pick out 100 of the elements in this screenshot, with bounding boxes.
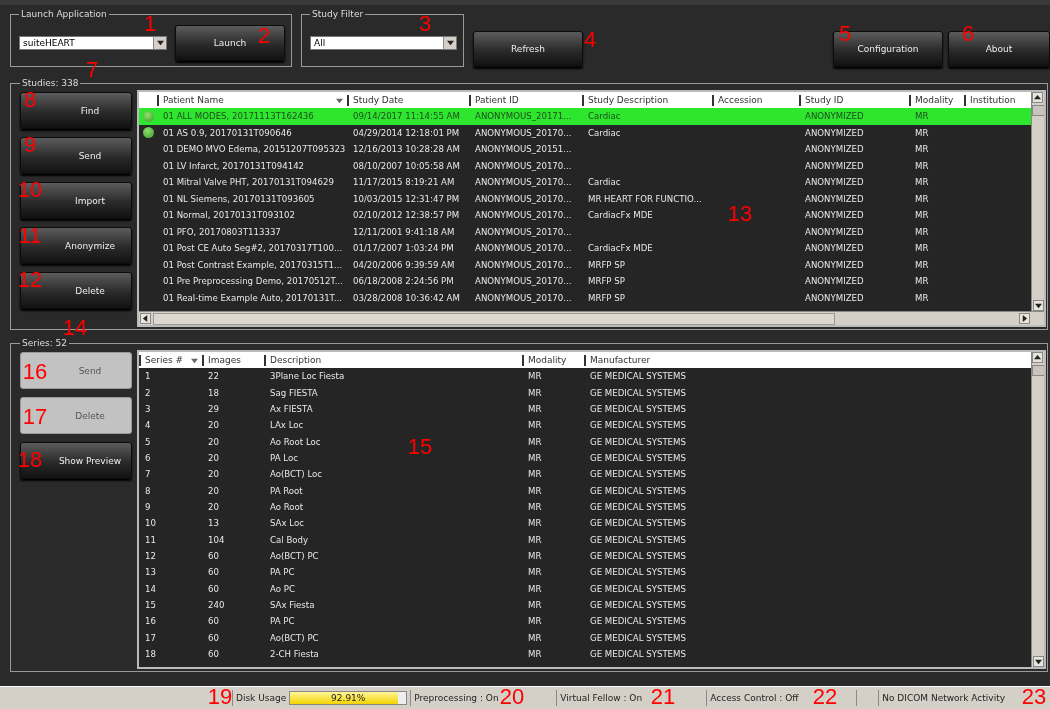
horizontal-scrollbar[interactable] (139, 311, 1044, 325)
column-header[interactable]: Manufacturer (584, 354, 804, 366)
callout-number: 8 (23, 89, 37, 111)
caret-icon (156, 39, 164, 46)
table-cell: 10/03/2015 12:31:47 PM (353, 193, 460, 204)
table-cell: 60 (208, 567, 219, 578)
table-cell: 20 (208, 469, 219, 480)
table-cell: MR (915, 193, 929, 204)
callout-number: 19 (207, 686, 233, 708)
table-cell: 6 (145, 452, 151, 463)
table-cell: 12/11/2001 9:41:18 AM (353, 226, 455, 237)
table-cell: MR (528, 485, 542, 496)
table-cell: ANONYMOUS_20170... (475, 226, 572, 237)
column-header[interactable]: Study Date (347, 94, 469, 106)
sort-arrow-icon (336, 96, 343, 104)
table-cell: 01 Post Contrast Example, 20170315T1... (163, 259, 343, 270)
table-cell: 17 (145, 632, 156, 643)
table-cell: 02/10/2012 12:38:57 PM (353, 210, 460, 221)
group-title: Series: 52 (21, 338, 69, 348)
callout-number: 12 (17, 269, 43, 291)
table-cell: 03/28/2008 10:36:42 AM (353, 292, 460, 303)
table-cell: MR (915, 259, 929, 270)
column-header[interactable]: Patient Name (157, 94, 347, 106)
table-cell: GE MEDICAL SYSTEMS (590, 583, 686, 594)
table-cell: 09/14/2017 11:14:55 AM (353, 111, 460, 122)
table-cell: 10 (145, 518, 156, 529)
column-header[interactable]: Series # (139, 354, 202, 366)
table-cell: MR (528, 518, 542, 529)
dropdown-field[interactable]: suiteHEART (19, 35, 167, 50)
table-cell: MR (528, 550, 542, 561)
table-cell: 01/17/2007 1:03:24 PM (353, 243, 454, 254)
callout-number: 13 (727, 203, 753, 225)
callout-number: 15 (407, 436, 433, 458)
table-cell: 60 (208, 616, 219, 627)
table-cell: 2 (145, 387, 151, 398)
refresh-button[interactable]: Refresh (473, 31, 583, 67)
callout-number: 9 (23, 134, 37, 156)
table-cell: MR (915, 243, 929, 254)
scroll-thumb[interactable] (1031, 105, 1044, 116)
group-title: Launch Application (20, 9, 108, 19)
table-cell: 11/17/2015 8:19:21 AM (353, 177, 455, 188)
table-cell: ANONYMIZED (805, 193, 864, 204)
table-cell: Ao(BCT) PC (270, 632, 319, 643)
table-cell: 20 (208, 420, 219, 431)
table-cell: MR (528, 600, 542, 610)
scroll-thumb[interactable] (1031, 365, 1044, 376)
table-cell: 04/29/2014 12:18:01 PM (353, 127, 460, 138)
callout-number: 2 (257, 25, 271, 47)
column-header[interactable]: Modality (522, 354, 584, 366)
table-cell: ANONYMIZED (805, 243, 864, 254)
table-cell: MR (528, 452, 542, 463)
callout-number: 3 (418, 13, 432, 35)
callout-number: 11 (18, 225, 42, 247)
table-cell: PA PC (270, 616, 295, 627)
table-cell: ANONYMIZED (805, 259, 864, 270)
table-cell: MR (528, 534, 542, 545)
table-cell: MR (915, 276, 929, 287)
table-cell: GE MEDICAL SYSTEMS (590, 518, 686, 529)
table-cell: ANONYMOUS_20170... (475, 276, 572, 287)
column-header[interactable]: Study Description (582, 94, 712, 106)
table-cell: MR (528, 616, 542, 627)
table-cell: ANONYMOUS_20170... (475, 127, 572, 138)
vertical-scrollbar[interactable] (1031, 352, 1044, 667)
table-cell: ANONYMIZED (805, 111, 864, 122)
table-cell: GE MEDICAL SYSTEMS (590, 616, 686, 627)
table-cell: 7 (145, 469, 151, 480)
vertical-scrollbar[interactable] (1031, 92, 1044, 311)
table-cell: MR HEART FOR FUNCTIO... (588, 193, 702, 204)
table-cell: GE MEDICAL SYSTEMS (590, 501, 686, 512)
table-cell: ANONYMIZED (805, 127, 864, 138)
status-text: No DICOM Network Activity (882, 693, 1005, 703)
table-cell: GE MEDICAL SYSTEMS (590, 452, 686, 463)
callout-number: 23 (1021, 686, 1047, 708)
dropdown-field[interactable]: All (310, 35, 457, 50)
table-cell: MRFP SP (588, 259, 625, 270)
table-cell: Cardiac (588, 127, 621, 138)
table-cell: MRFP SP (588, 292, 625, 303)
column-header[interactable]: Accession (712, 94, 799, 106)
table-cell: 12/16/2013 10:28:28 AM (353, 144, 460, 155)
table-cell: MR (915, 292, 929, 303)
column-header[interactable]: Modality (909, 94, 964, 106)
column-header[interactable]: Study ID (799, 94, 909, 106)
column-header[interactable]: Images (202, 354, 264, 366)
group-title: Study Filter (311, 9, 365, 19)
table-cell: MR (528, 501, 542, 512)
table-cell: 60 (208, 583, 219, 594)
table-cell: GE MEDICAL SYSTEMS (590, 436, 686, 447)
column-header[interactable]: Patient ID (469, 94, 582, 106)
column-header[interactable]: Description (264, 354, 522, 366)
table-cell: CardiacFx MDE (588, 210, 653, 221)
table-cell: Cardiac (588, 111, 621, 122)
table-cell: GE MEDICAL SYSTEMS (590, 371, 686, 382)
callout-number: 20 (499, 686, 525, 708)
table-cell: PA PC (270, 567, 295, 578)
callout-number: 18 (17, 449, 43, 471)
table-cell: GE MEDICAL SYSTEMS (590, 632, 686, 643)
table-cell: 01 AS 0.9, 20170131T090646 (163, 127, 292, 138)
table-cell: 11 (145, 534, 156, 545)
table-cell: PA Root (270, 485, 303, 496)
scroll-down-icon (1034, 658, 1042, 665)
